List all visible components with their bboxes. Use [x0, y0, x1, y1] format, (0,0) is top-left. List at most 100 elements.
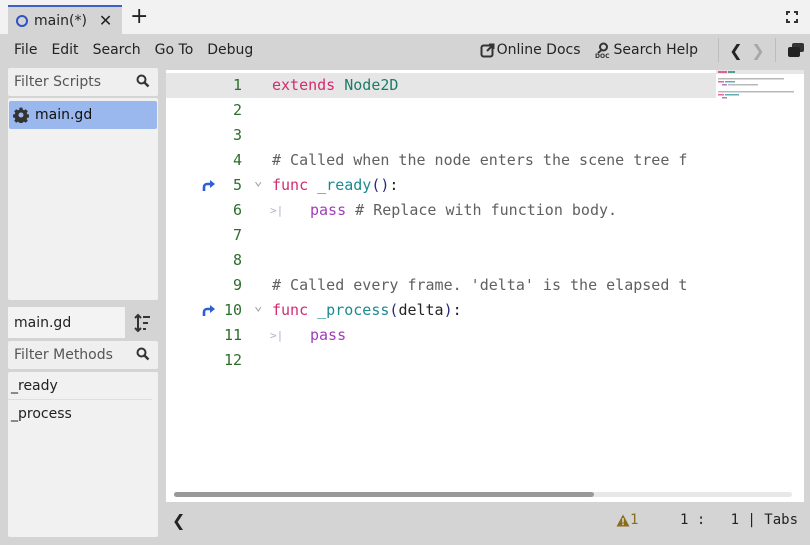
- fold-chevron-icon[interactable]: ⌄: [254, 169, 262, 194]
- code-line[interactable]: 9 # Called every frame. 'delta' is the el…: [166, 273, 716, 298]
- warnings-button[interactable]: 1: [616, 512, 638, 528]
- code-text: extends Node2D: [272, 73, 398, 98]
- methods-list: _ready _process: [8, 372, 158, 537]
- svg-text:DOC: DOC: [595, 53, 610, 58]
- fold-chevron-icon[interactable]: ⌄: [254, 294, 262, 319]
- tab-main[interactable]: main(*) ✕: [8, 5, 122, 34]
- line-number: 4: [232, 151, 242, 169]
- line-number: 12: [223, 351, 242, 369]
- online-docs-button[interactable]: Online Docs: [480, 42, 581, 58]
- code-token: delta: [398, 301, 444, 319]
- search-icon: [136, 347, 150, 361]
- toggle-docs-button[interactable]: [782, 43, 810, 57]
- code-token: pass: [310, 201, 347, 219]
- code-token: (): [371, 176, 390, 194]
- code-text: pass # Replace with function body.: [310, 198, 617, 223]
- menu-right: Online Docs DOC Search Help ❮ ❯: [480, 34, 810, 66]
- script-item-main[interactable]: main.gd: [9, 101, 157, 129]
- online-docs-label: Online Docs: [496, 42, 581, 58]
- add-tab-button[interactable]: +: [130, 6, 148, 28]
- code-line[interactable]: 2: [166, 98, 716, 123]
- separator: [718, 38, 719, 62]
- menu-edit[interactable]: Edit: [51, 42, 78, 58]
- code-token: :: [389, 176, 399, 194]
- code-line[interactable]: 7: [166, 223, 716, 248]
- code-token: pass: [310, 326, 347, 344]
- code-line[interactable]: 6 >| pass # Replace with function body.: [166, 198, 716, 223]
- menu-bar: File Edit Search Go To Debug Online Docs…: [0, 34, 810, 66]
- line-number: 11: [223, 326, 242, 344]
- code-token: _process: [317, 301, 390, 319]
- menu-search[interactable]: Search: [93, 42, 141, 58]
- search-help-label: Search Help: [613, 42, 698, 58]
- code-editor[interactable]: 1 extends Node2D 2 3 4 # Called when the node…: [166, 70, 804, 502]
- menu-file[interactable]: File: [14, 42, 37, 58]
- line-number: 7: [232, 226, 242, 244]
- code-line[interactable]: 12: [166, 348, 716, 373]
- scripts-list: main.gd: [8, 98, 158, 300]
- filter-methods-placeholder: Filter Methods: [14, 347, 113, 363]
- menu-debug[interactable]: Debug: [207, 42, 253, 58]
- script-item-label: main.gd: [35, 107, 93, 123]
- history-back-button[interactable]: ❮: [725, 41, 747, 60]
- code-line[interactable]: 3: [166, 123, 716, 148]
- horizontal-scrollbar[interactable]: [174, 492, 792, 497]
- code-text: # Called every frame. 'delta' is the ela…: [272, 273, 687, 298]
- tab-bar: main(*) ✕ +: [0, 0, 810, 34]
- modified-indicator-icon: [16, 14, 28, 27]
- code-line[interactable]: 4 # Called when the node enters the scene…: [166, 148, 716, 173]
- cursor-position: 1 : 1 | Tabs: [680, 512, 799, 528]
- code-line[interactable]: 10 ⌄ func _process(delta):: [166, 298, 716, 323]
- minimap[interactable]: [716, 70, 804, 100]
- code-line[interactable]: 1 extends Node2D: [166, 73, 716, 98]
- filter-scripts-input[interactable]: Filter Scripts: [8, 68, 158, 96]
- gear-icon: [13, 107, 29, 123]
- line-number: 5: [232, 176, 242, 194]
- fullscreen-icon[interactable]: [785, 10, 799, 24]
- status-bar: ❮ 1 1 : 1 | Tabs: [166, 504, 810, 536]
- search-help-icon: DOC: [595, 42, 610, 58]
- current-script-label: main.gd: [8, 307, 125, 338]
- line-number: 8: [232, 251, 242, 269]
- sort-icon[interactable]: [134, 313, 152, 333]
- code-text: pass: [310, 323, 346, 348]
- script-editor: main(*) ✕ + File Edit Search Go To Debug…: [0, 0, 810, 545]
- code-token: func: [272, 176, 309, 194]
- horizontal-scrollbar-thumb[interactable]: [174, 492, 595, 497]
- line-number: 9: [232, 276, 242, 294]
- code-text: # Called when the node enters the scene …: [272, 148, 687, 173]
- method-item-process[interactable]: _process: [8, 400, 152, 428]
- tab-indent-icon: >|: [270, 204, 284, 217]
- code-token: _ready: [317, 176, 372, 194]
- code-token: :: [452, 301, 462, 319]
- code-line[interactable]: 8: [166, 248, 716, 273]
- warning-count: 1: [630, 512, 639, 528]
- method-item-ready[interactable]: _ready: [8, 372, 152, 400]
- code-token: Node2D: [344, 76, 399, 94]
- toggle-scripts-panel-button[interactable]: ❮: [172, 511, 185, 530]
- filter-methods-input[interactable]: Filter Methods: [8, 341, 158, 369]
- search-help-button[interactable]: DOC Search Help: [595, 42, 698, 58]
- warning-icon: [616, 514, 630, 526]
- close-icon[interactable]: ✕: [99, 11, 112, 30]
- tab-indent-icon: >|: [270, 329, 284, 342]
- code-token: ): [443, 301, 453, 319]
- code-token: # Called every frame. 'delta' is the ela…: [272, 276, 688, 294]
- windows-icon: [788, 43, 804, 57]
- code-line[interactable]: 5 ⌄ func _ready():: [166, 173, 716, 198]
- code-line[interactable]: 11 >| pass: [166, 323, 716, 348]
- line-number: 2: [232, 101, 242, 119]
- line-number: 3: [232, 126, 242, 144]
- separator: [775, 38, 776, 62]
- tab-label: main(*): [34, 12, 87, 29]
- external-link-icon: [480, 43, 495, 57]
- menu-goto[interactable]: Go To: [155, 42, 194, 58]
- line-number: 10: [223, 301, 242, 319]
- code-token: # Replace with function body.: [346, 201, 618, 219]
- history-forward-button[interactable]: ❯: [747, 41, 769, 60]
- line-number: 1: [232, 76, 242, 94]
- search-icon: [136, 74, 150, 88]
